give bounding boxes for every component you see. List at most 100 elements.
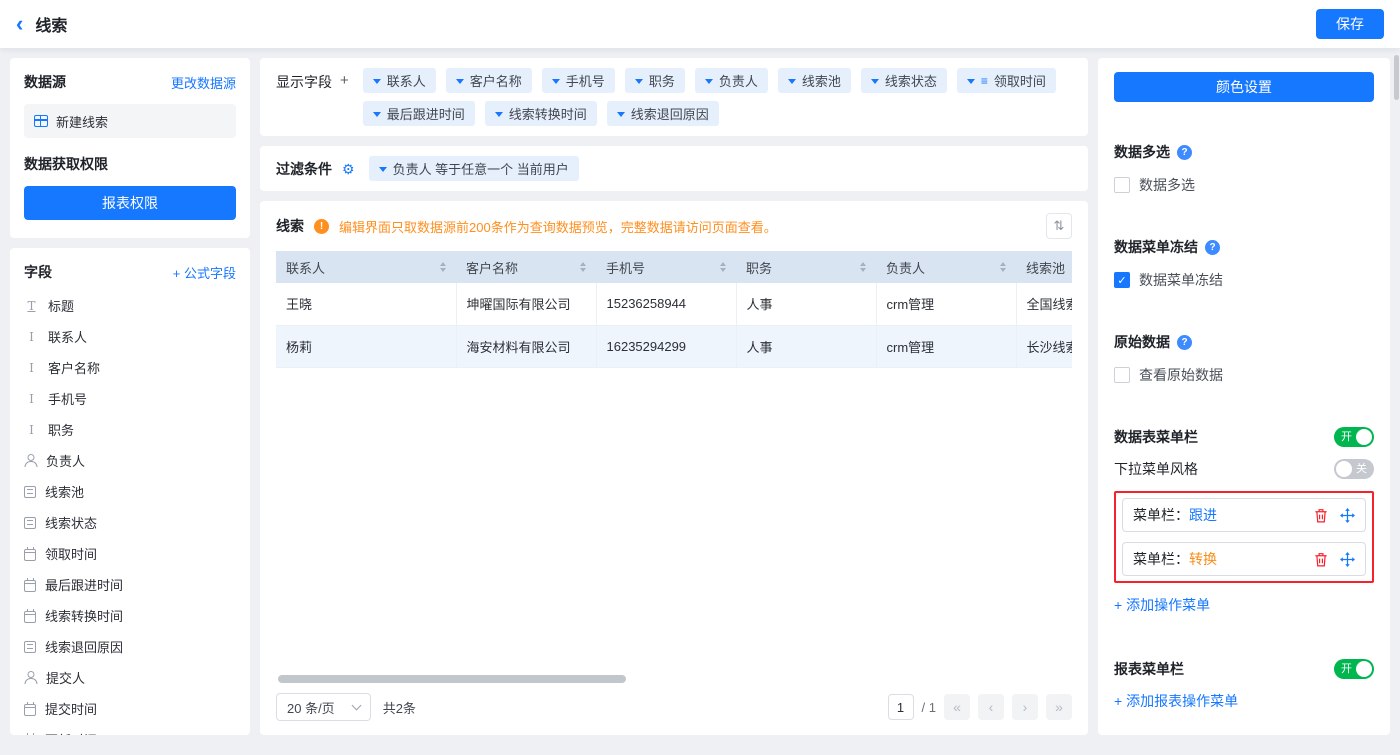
save-button[interactable]: 保存 bbox=[1316, 9, 1384, 39]
help-icon[interactable]: ? bbox=[1177, 335, 1192, 350]
display-field-chip[interactable]: 联系人 bbox=[363, 68, 436, 93]
chevron-down-icon bbox=[552, 79, 560, 84]
datasource-item[interactable]: 新建线索 bbox=[24, 104, 236, 138]
report-permission-button[interactable]: 报表权限 bbox=[24, 186, 236, 220]
raw-data-checkbox[interactable] bbox=[1114, 367, 1130, 383]
user-icon bbox=[24, 454, 37, 467]
display-field-chip[interactable]: 职务 bbox=[625, 68, 685, 93]
table-header-row: 联系人 客户名称 手机号 职务 负责人 线索池 bbox=[276, 251, 1072, 283]
column-label: 职务 bbox=[746, 258, 772, 277]
display-field-chip[interactable]: 线索转换时间 bbox=[485, 101, 597, 126]
column-header[interactable]: 客户名称 bbox=[456, 251, 596, 283]
back-icon[interactable]: ‹ bbox=[16, 13, 23, 35]
report-menu-title: 报表菜单栏 bbox=[1114, 659, 1184, 679]
sort-arrows-icon bbox=[1000, 262, 1006, 272]
chevron-down-icon bbox=[967, 79, 975, 84]
scrollbar-thumb[interactable] bbox=[278, 675, 626, 683]
help-icon[interactable]: ? bbox=[1205, 240, 1220, 255]
chevron-down-icon bbox=[351, 701, 361, 711]
field-item[interactable]: 客户名称 bbox=[24, 352, 236, 383]
preview-title: 线索 bbox=[276, 216, 304, 236]
field-label: 最后跟进时间 bbox=[45, 575, 123, 594]
column-header[interactable]: 职务 bbox=[736, 251, 876, 283]
filter-condition-label: 负责人 等于任意一个 当前用户 bbox=[393, 159, 569, 178]
prev-page-button[interactable]: ‹ bbox=[978, 694, 1004, 720]
field-item[interactable]: 负责人 bbox=[24, 445, 236, 476]
column-header[interactable]: 联系人 bbox=[276, 251, 456, 283]
raw-data-checkbox-label: 查看原始数据 bbox=[1139, 365, 1223, 385]
field-label: 手机号 bbox=[48, 389, 87, 408]
page-size-select[interactable]: 20 条/页 bbox=[276, 693, 371, 721]
trash-icon[interactable] bbox=[1314, 552, 1328, 567]
chevron-down-icon bbox=[373, 112, 381, 117]
date-icon bbox=[24, 549, 36, 561]
toggle-off-label: 关 bbox=[1356, 462, 1367, 476]
display-field-chip[interactable]: 手机号 bbox=[542, 68, 615, 93]
column-label: 客户名称 bbox=[466, 258, 518, 277]
display-field-chip[interactable]: 线索退回原因 bbox=[607, 101, 719, 126]
help-icon[interactable]: ? bbox=[1177, 145, 1192, 160]
datasource-panel: 数据源 更改数据源 新建线索 数据获取权限 报表权限 bbox=[10, 58, 250, 238]
field-item[interactable]: 最后跟进时间 bbox=[24, 569, 236, 600]
field-item[interactable]: 线索状态 bbox=[24, 507, 236, 538]
display-field-chip[interactable]: 线索池 bbox=[778, 68, 851, 93]
field-item[interactable]: 提交时间 bbox=[24, 693, 236, 724]
dropdown-style-title: 下拉菜单风格 bbox=[1114, 459, 1198, 479]
field-item[interactable]: 线索池 bbox=[24, 476, 236, 507]
vertical-scrollbar-thumb[interactable] bbox=[1394, 55, 1399, 100]
report-menu-toggle[interactable]: 开 bbox=[1334, 659, 1374, 679]
change-datasource-link[interactable]: 更改数据源 bbox=[171, 73, 236, 92]
field-item[interactable]: 手机号 bbox=[24, 383, 236, 414]
display-field-chip[interactable]: 负责人 bbox=[695, 68, 768, 93]
move-icon[interactable] bbox=[1340, 552, 1355, 567]
column-header[interactable]: 手机号 bbox=[596, 251, 736, 283]
menu-item-row[interactable]: 菜单栏： 跟进 bbox=[1122, 498, 1366, 532]
display-field-chip[interactable]: ≡领取时间 bbox=[957, 68, 1056, 93]
gear-icon[interactable]: ⚙ bbox=[342, 162, 355, 176]
column-header[interactable]: 线索池 bbox=[1016, 251, 1072, 283]
formula-field-link[interactable]: + 公式字段 bbox=[173, 263, 236, 282]
menu-freeze-checkbox[interactable]: ✓ bbox=[1114, 272, 1130, 288]
next-page-button[interactable]: › bbox=[1012, 694, 1038, 720]
display-field-chip[interactable]: 最后跟进时间 bbox=[363, 101, 475, 126]
page-title: 线索 bbox=[35, 12, 67, 36]
field-item[interactable]: 联系人 bbox=[24, 321, 236, 352]
trash-icon[interactable] bbox=[1314, 508, 1328, 523]
chip-label: 负责人 bbox=[719, 71, 758, 90]
chevron-down-icon bbox=[495, 112, 503, 117]
menu-item-row[interactable]: 菜单栏： 转换 bbox=[1122, 542, 1366, 576]
display-field-chip[interactable]: 线索状态 bbox=[861, 68, 947, 93]
last-page-button[interactable]: » bbox=[1046, 694, 1072, 720]
warning-icon: ! bbox=[314, 219, 329, 234]
table-cell: 15236258944 bbox=[596, 283, 736, 325]
color-settings-button[interactable]: 颜色设置 bbox=[1114, 72, 1374, 102]
move-icon[interactable] bbox=[1340, 508, 1355, 523]
field-item[interactable]: 职务 bbox=[24, 414, 236, 445]
field-label: 线索池 bbox=[45, 482, 84, 501]
add-report-menu-link[interactable]: + 添加报表操作菜单 bbox=[1114, 691, 1238, 711]
add-operation-menu-link[interactable]: + 添加操作菜单 bbox=[1114, 595, 1210, 615]
field-label: 线索转换时间 bbox=[45, 606, 123, 625]
menu-items-highlight: 菜单栏： 跟进 菜单栏： 转换 bbox=[1114, 491, 1374, 583]
first-page-button[interactable]: « bbox=[944, 694, 970, 720]
display-field-chip[interactable]: 客户名称 bbox=[446, 68, 532, 93]
table-cell: 长沙线索 bbox=[1016, 325, 1072, 367]
multi-select-checkbox[interactable] bbox=[1114, 177, 1130, 193]
field-item[interactable]: 线索退回原因 bbox=[24, 631, 236, 662]
sort-arrows-icon bbox=[440, 262, 446, 272]
column-header[interactable]: 负责人 bbox=[876, 251, 1016, 283]
chip-label: 职务 bbox=[649, 71, 675, 90]
add-display-field-button[interactable]: + bbox=[340, 72, 349, 88]
date-icon bbox=[24, 580, 36, 592]
field-item[interactable]: 更新时间 bbox=[24, 724, 236, 735]
dropdown-style-toggle[interactable]: 关 bbox=[1334, 459, 1374, 479]
field-item[interactable]: 提交人 bbox=[24, 662, 236, 693]
field-item[interactable]: 标题 bbox=[24, 290, 236, 321]
sort-toggle-button[interactable]: ⇅ bbox=[1046, 213, 1072, 239]
page-number-input[interactable]: 1 bbox=[888, 694, 914, 720]
table-menu-toggle[interactable]: 开 bbox=[1334, 427, 1374, 447]
display-field-chips: 联系人 客户名称 手机号 职务 负责人 线索池 线索状态 ≡领取时间 最后跟进时… bbox=[363, 68, 1072, 126]
filter-condition-chip[interactable]: 负责人 等于任意一个 当前用户 bbox=[369, 156, 579, 181]
field-item[interactable]: 领取时间 bbox=[24, 538, 236, 569]
field-item[interactable]: 线索转换时间 bbox=[24, 600, 236, 631]
